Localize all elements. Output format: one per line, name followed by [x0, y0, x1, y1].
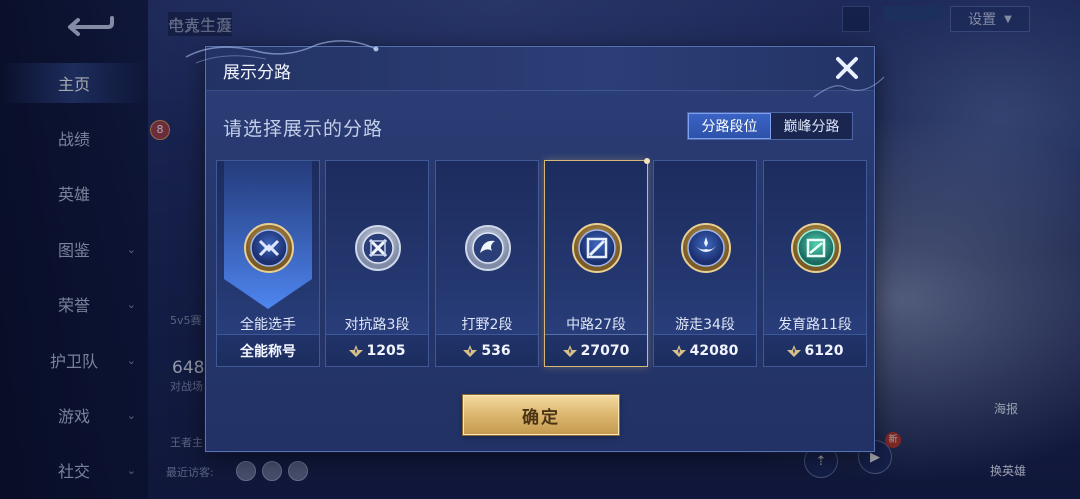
- rank-points-icon: [671, 344, 686, 357]
- display-lane-dialog: 展示分路 请选择展示的分路 分路段位 巅峰分路 全能选手 全能称号 对抗路3段 120…: [185, 40, 885, 452]
- toggle-peak-lane[interactable]: 巅峰分路: [771, 113, 852, 139]
- lane-card-value: 6120: [804, 342, 844, 359]
- jungle-emblem-icon: [459, 217, 517, 279]
- lane-card[interactable]: 打野2段 536: [435, 160, 539, 367]
- lane-card-footer: 全能称号: [217, 334, 319, 366]
- selection-marker: [644, 158, 650, 164]
- lane-card-footer: 42080: [654, 334, 756, 366]
- lane-card-footer: 536: [436, 334, 538, 366]
- rank-points-icon: [786, 344, 801, 357]
- roam-emblem-icon: [677, 217, 735, 279]
- lane-card-label: 对抗路3段: [344, 317, 410, 333]
- dialog-header: [206, 47, 874, 91]
- lane-card-value: 536: [481, 342, 511, 359]
- lane-card-value: 全能称号: [240, 343, 296, 360]
- lane-card-footer: 6120: [764, 334, 866, 366]
- lane-card[interactable]: 游走34段 42080: [653, 160, 757, 367]
- toggle-lane-rank[interactable]: 分路段位: [688, 113, 771, 139]
- confirm-button[interactable]: 确定: [463, 395, 619, 435]
- rank-points-icon: [463, 344, 478, 357]
- lane-card-footer: 27070: [545, 334, 647, 366]
- lane-card-label: 游走34段: [675, 317, 735, 333]
- lane-card[interactable]: 对抗路3段 1205: [325, 160, 429, 367]
- lane-card-value: 27070: [580, 342, 630, 359]
- rank-points-icon: [562, 344, 577, 357]
- lane-card-label: 中路27段: [566, 317, 626, 333]
- all-round-emblem-icon: [240, 217, 298, 279]
- farm-lane-emblem-icon: [787, 217, 845, 279]
- lane-card-value: 42080: [689, 342, 739, 359]
- lane-card[interactable]: 全能选手 全能称号: [216, 160, 320, 367]
- lane-card-label: 全能选手: [240, 317, 296, 333]
- lane-mode-toggle: 分路段位 巅峰分路: [687, 112, 853, 140]
- close-button[interactable]: [832, 53, 862, 83]
- lane-card[interactable]: 中路27段 27070: [544, 158, 650, 367]
- lane-card-label: 打野2段: [461, 317, 513, 333]
- mid-lane-emblem-icon: [568, 217, 626, 279]
- clash-lane-emblem-icon: [349, 217, 407, 279]
- lane-card[interactable]: 发育路11段 6120: [763, 160, 867, 367]
- rank-points-icon: [348, 344, 363, 357]
- dialog-title: 展示分路: [223, 63, 291, 83]
- lane-card-value: 1205: [366, 342, 406, 359]
- dialog-subtitle: 请选择展示的分路: [223, 118, 384, 140]
- lane-card-footer: 1205: [326, 334, 428, 366]
- lane-card-label: 发育路11段: [778, 317, 852, 333]
- close-icon: [836, 57, 858, 79]
